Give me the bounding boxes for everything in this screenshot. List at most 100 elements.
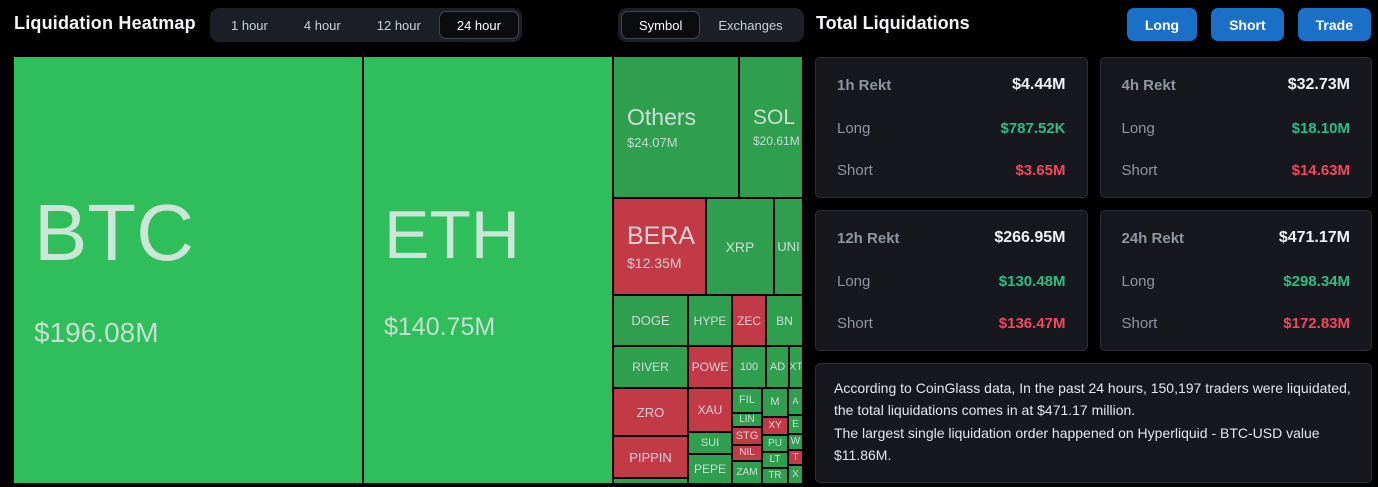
short-row: Short $172.83M: [1122, 315, 1351, 332]
treemap-tile-zec[interactable]: ZEC: [733, 296, 765, 345]
tile-symbol: TR: [768, 471, 781, 481]
treemap-tile-w[interactable]: W: [789, 435, 802, 449]
treemap-tile-m[interactable]: M: [763, 389, 787, 416]
tile-symbol: ETH: [384, 201, 520, 269]
treemap-tile-tile[interactable]: [614, 479, 687, 483]
tile-symbol: AD: [770, 362, 785, 373]
tile-symbol: Others: [627, 106, 696, 129]
treemap-tile-bn[interactable]: BN: [767, 296, 802, 345]
treemap-tile-e[interactable]: E: [789, 416, 802, 433]
treemap-tile-tr[interactable]: TR: [763, 469, 787, 483]
treemap-tile-a[interactable]: A: [789, 389, 802, 414]
rekt-card-1h-rekt: 1h Rekt$4.44MLong$787.52KShort$3.65M: [815, 57, 1088, 198]
treemap-tile-xy[interactable]: XY: [763, 418, 787, 434]
long-row: Long$130.48M: [837, 273, 1066, 290]
treemap-tile-eth[interactable]: ETH $140.75M: [364, 57, 612, 483]
rekt-card-4h-rekt: 4h Rekt$32.73MLong$18.10MShort$14.63M: [1100, 57, 1373, 198]
treemap-tile-zro[interactable]: ZRO: [614, 389, 687, 435]
tile-symbol: X: [792, 470, 799, 480]
summary-panel: According to CoinGlass data, In the past…: [815, 363, 1372, 483]
tile-symbol: POWE: [692, 361, 729, 373]
short-row: Short$136.47M: [837, 315, 1066, 332]
treemap-tile-zam[interactable]: ZAM: [733, 462, 761, 483]
treemap-tile-pippin[interactable]: PIPPIN: [614, 437, 687, 477]
short-label: Short: [1122, 162, 1158, 179]
tile-liquidation-value: $20.61M: [753, 135, 800, 147]
treemap-tile-fil[interactable]: FIL: [733, 389, 761, 412]
long-button[interactable]: Long: [1127, 8, 1197, 41]
treemap-tile-btc[interactable]: BTC $196.08M: [14, 57, 362, 483]
view-mode-tabs: SymbolExchanges: [618, 8, 804, 42]
treemap-tile-doge[interactable]: DOGE: [614, 296, 687, 345]
tile-symbol: STG: [736, 431, 759, 442]
long-label: Long: [837, 273, 870, 290]
treemap-tile-xrp[interactable]: XRP: [707, 199, 773, 294]
short-button[interactable]: Short: [1211, 8, 1284, 41]
tile-symbol: E: [792, 420, 799, 430]
treemap-tile-x[interactable]: X: [789, 466, 802, 483]
stats-grid: 1h Rekt$4.44MLong$787.52KShort$3.65M4h R…: [815, 57, 1372, 351]
long-row: Long$298.34M: [1122, 273, 1351, 290]
tile-liquidation-value: $196.08M: [34, 319, 159, 347]
treemap-tile-ad[interactable]: AD: [767, 347, 788, 387]
period-label: 4h Rekt: [1122, 77, 1176, 94]
time-tab-24-hour[interactable]: 24 hour: [439, 11, 519, 39]
treemap-tile-stg[interactable]: STG: [733, 428, 761, 444]
tile-symbol: XY: [768, 421, 781, 431]
tile-symbol: FIL: [739, 395, 755, 406]
view-tab-symbol[interactable]: Symbol: [621, 11, 700, 39]
treemap-tile-lt[interactable]: LT: [763, 453, 787, 467]
treemap-tile-hype[interactable]: HYPE: [689, 296, 731, 345]
long-label: Long: [1122, 120, 1155, 137]
total-value: $4.44M: [1012, 76, 1065, 94]
liquidation-treemap: BTC $196.08M ETH $140.75M Others $24.07M SOL $2…: [14, 57, 802, 483]
rekt-card-12h-rekt: 12h Rekt$266.95M Long$130.48M Short$136.47…: [815, 210, 1088, 351]
tile-symbol: BTC: [34, 193, 194, 273]
total-row: 24h Rekt $471.17M: [1122, 229, 1351, 247]
treemap-tile-sui[interactable]: SUI: [689, 433, 731, 453]
treemap-tile-pepe[interactable]: PEPE: [689, 455, 731, 483]
stats-column: 1h Rekt$4.44MLong$787.52KShort$3.65M4h R…: [815, 57, 1372, 483]
total-value: $471.17M: [1279, 229, 1350, 247]
total-row: 12h Rekt$266.95M: [837, 229, 1066, 247]
tile-symbol: A: [792, 397, 798, 406]
time-tab-4-hour[interactable]: 4 hour: [286, 11, 359, 39]
treemap-tile-uni[interactable]: UNI: [775, 199, 802, 294]
tile-liquidation-value: $140.75M: [384, 315, 495, 340]
treemap-tile-lin[interactable]: LIN: [733, 414, 761, 426]
short-label: Short: [837, 162, 873, 179]
short-label: Short: [1122, 315, 1158, 332]
treemap-tile-100[interactable]: 100: [733, 347, 765, 387]
period-label: 24h Rekt: [1122, 230, 1185, 247]
tile-symbol: M: [770, 397, 779, 408]
treemap-tile-nil[interactable]: NIL: [733, 446, 761, 460]
time-tab-1-hour[interactable]: 1 hour: [213, 11, 286, 39]
treemap-tile-river[interactable]: RIVER: [614, 347, 687, 387]
page-title: Liquidation Heatmap: [14, 13, 196, 34]
treemap-tile-xt[interactable]: XT: [790, 347, 802, 387]
tile-symbol: UNI: [777, 240, 799, 253]
long-value: $787.52K: [1000, 120, 1065, 137]
view-tab-exchanges[interactable]: Exchanges: [700, 11, 800, 39]
header-bar: Liquidation Heatmap 1 hour4 hour12 hour2…: [0, 0, 1378, 50]
treemap-tile-sol[interactable]: SOL $20.61M: [740, 57, 802, 197]
time-tab-12-hour[interactable]: 12 hour: [359, 11, 439, 39]
tile-liquidation-value: $24.07M: [627, 136, 678, 149]
tile-symbol: W: [791, 437, 800, 447]
tile-symbol: PU: [768, 439, 782, 449]
short-value: $172.83M: [1283, 315, 1350, 332]
treemap-tile-powe[interactable]: POWE: [689, 347, 731, 387]
trade-button[interactable]: Trade: [1298, 8, 1371, 41]
tile-symbol: ZAM: [736, 468, 757, 478]
treemap-tile-others[interactable]: Others $24.07M: [614, 57, 738, 197]
treemap-tile-bera[interactable]: BERA$12.35M: [614, 199, 705, 294]
treemap-tile-pu[interactable]: PU: [763, 436, 787, 451]
short-value: $3.65M: [1015, 162, 1065, 179]
tile-symbol: XT: [790, 362, 802, 373]
rekt-card-24h-rekt: 24h Rekt $471.17M Long$298.34M Short $172.83…: [1100, 210, 1373, 351]
long-label: Long: [837, 120, 870, 137]
treemap-tile-t[interactable]: T: [789, 451, 802, 464]
tile-symbol: SOL: [753, 107, 795, 128]
tile-symbol: LIN: [739, 415, 755, 425]
treemap-tile-xau[interactable]: XAU: [689, 389, 731, 431]
